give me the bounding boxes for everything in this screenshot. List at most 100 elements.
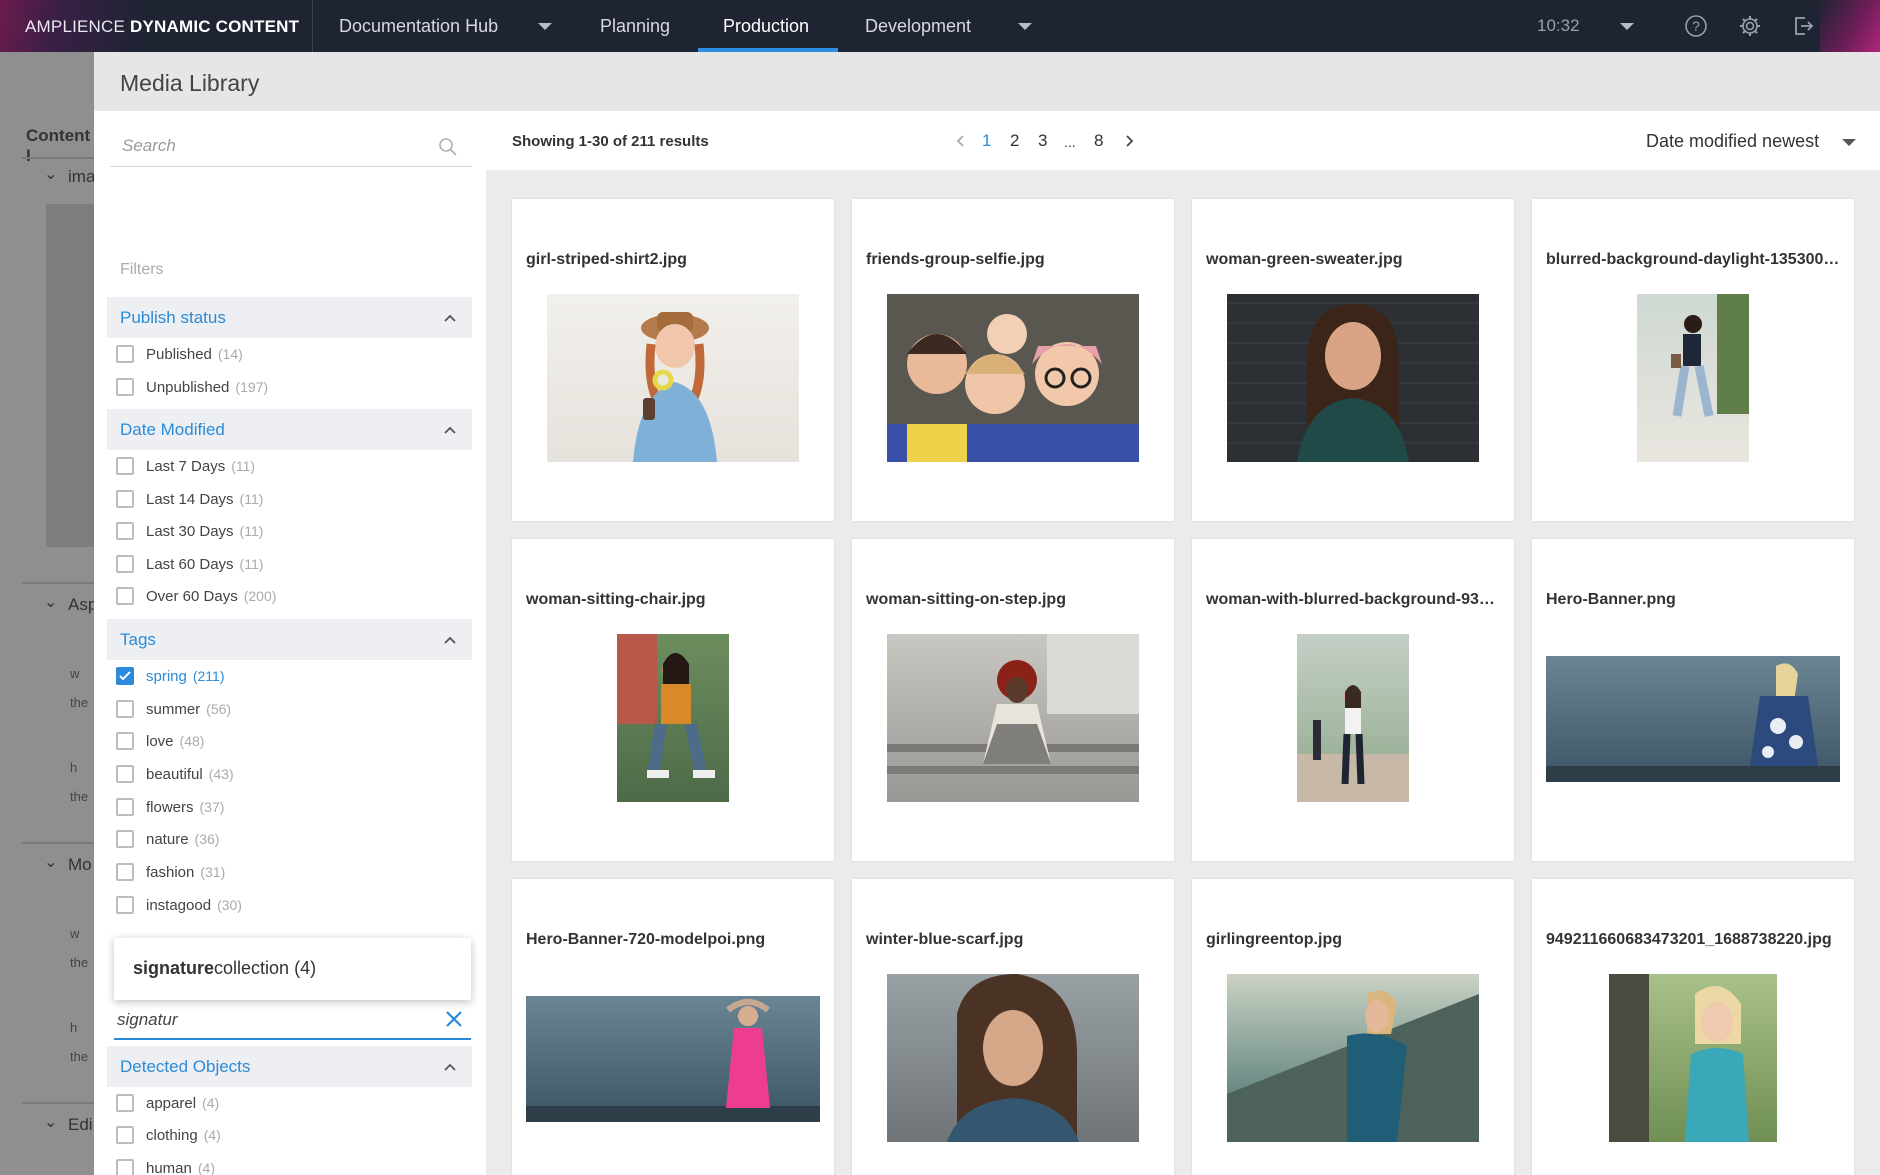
tag-suggestion-item[interactable]: signaturecollection (4) xyxy=(114,938,471,1000)
publish-status-header[interactable]: Publish status xyxy=(107,297,472,338)
media-results-area: Showing 1-30 of 211 results 1 2 3 ... 8 … xyxy=(486,111,1880,1175)
option-count: (56) xyxy=(206,701,232,717)
asset-card[interactable]: woman-with-blurred-background-9385.jpg xyxy=(1192,539,1514,861)
page-8[interactable]: 8 xyxy=(1094,131,1103,151)
asset-card[interactable]: woman-sitting-chair.jpg xyxy=(512,539,834,861)
checkbox[interactable] xyxy=(116,863,134,881)
nav-development[interactable]: Development xyxy=(865,0,971,52)
checkbox[interactable] xyxy=(116,830,134,848)
section-title: Tags xyxy=(120,630,156,649)
chevron-up-icon[interactable] xyxy=(443,311,457,325)
page-3[interactable]: 3 xyxy=(1038,131,1047,151)
chevron-right-icon[interactable] xyxy=(1122,134,1136,148)
asset-card[interactable]: Hero-Banner.png xyxy=(1532,539,1854,861)
asset-card[interactable]: girl-striped-shirt2.jpg xyxy=(512,199,834,521)
option-label: summer xyxy=(146,701,201,718)
checkbox[interactable] xyxy=(116,798,134,816)
background-w-label: w xyxy=(70,926,80,941)
background-section-label: Mo xyxy=(68,855,92,874)
option-label: Last 14 Days xyxy=(146,491,234,508)
date-modified-header[interactable]: Date Modified xyxy=(107,409,472,450)
asset-card[interactable]: girlingreentop.jpg xyxy=(1192,879,1514,1175)
close-icon[interactable] xyxy=(445,1010,463,1028)
chevron-up-icon[interactable] xyxy=(443,423,457,437)
asset-name: girlingreentop.jpg xyxy=(1206,931,1342,948)
option-count: (48) xyxy=(179,733,205,749)
chevron-up-icon[interactable] xyxy=(443,633,457,647)
nav-documentation-hub[interactable]: Documentation Hub xyxy=(339,0,498,52)
asset-card[interactable]: friends-group-selfie.jpg xyxy=(852,199,1174,521)
gear-icon[interactable] xyxy=(1738,14,1762,38)
chevron-left-icon[interactable] xyxy=(954,134,968,148)
page-1[interactable]: 1 xyxy=(982,131,991,151)
suggestion-rest: collection (4) xyxy=(214,958,317,978)
asset-thumbnail xyxy=(887,294,1139,462)
checkbox[interactable] xyxy=(116,587,134,605)
search-input[interactable] xyxy=(110,127,430,165)
asset-card[interactable]: blurred-background-daylight-1353005.jpg xyxy=(1532,199,1854,521)
sort-dropdown[interactable]: Date modified newest xyxy=(1646,131,1819,152)
page-2[interactable]: 2 xyxy=(1010,131,1019,151)
asset-name: 949211660683473201_1688738220.jpg xyxy=(1546,931,1832,948)
help-icon[interactable]: ? xyxy=(1684,14,1708,38)
checkbox[interactable] xyxy=(116,700,134,718)
search-icon[interactable] xyxy=(438,137,458,157)
checkbox[interactable] xyxy=(116,378,134,396)
logout-icon[interactable] xyxy=(1791,14,1815,38)
tag-search-input[interactable] xyxy=(117,1008,417,1032)
media-library-dialog: Media Library Filters Publish status Pub… xyxy=(94,52,1880,1175)
option-label: flowers xyxy=(146,799,194,816)
checkbox[interactable] xyxy=(116,457,134,475)
checkbox[interactable] xyxy=(116,1159,134,1175)
checkbox[interactable] xyxy=(116,522,134,540)
checkbox[interactable] xyxy=(116,896,134,914)
background-chevron-icon: ⌄ xyxy=(44,1114,58,1131)
background-the-label: the xyxy=(70,789,89,804)
background-chevron-icon: ⌄ xyxy=(44,854,58,871)
checkbox-checked[interactable] xyxy=(116,667,134,685)
asset-card[interactable]: woman-green-sweater.jpg xyxy=(1192,199,1514,521)
asset-card[interactable]: winter-blue-scarf.jpg xyxy=(852,879,1174,1175)
asset-card[interactable]: Hero-Banner-720-modelpoi.png xyxy=(512,879,834,1175)
checkbox[interactable] xyxy=(116,555,134,573)
checkbox[interactable] xyxy=(116,1094,134,1112)
option-count: (43) xyxy=(208,766,234,782)
development-chevron-down-icon[interactable] xyxy=(1018,23,1032,30)
checkbox[interactable] xyxy=(116,765,134,783)
checkbox[interactable] xyxy=(116,490,134,508)
background-divider xyxy=(22,842,94,844)
tags-header[interactable]: Tags xyxy=(107,619,472,660)
asset-name: blurred-background-daylight-1353005.jpg xyxy=(1546,251,1842,268)
option-count: (211) xyxy=(192,668,225,684)
asset-card[interactable]: 949211660683473201_1688738220.jpg xyxy=(1532,879,1854,1175)
checkbox[interactable] xyxy=(116,1126,134,1144)
hub-chevron-down-icon[interactable] xyxy=(538,23,552,30)
asset-thumbnail xyxy=(887,634,1139,802)
sort-chevron-down-icon[interactable] xyxy=(1842,139,1856,146)
search-box xyxy=(110,127,472,167)
app-logo[interactable]: AMPLIENCE DYNAMIC CONTENT xyxy=(25,17,299,37)
option-label: spring xyxy=(146,668,187,685)
background-divider xyxy=(22,582,94,584)
clock-chevron-down-icon[interactable] xyxy=(1620,23,1634,30)
section-title: Date Modified xyxy=(120,420,225,439)
asset-thumbnail xyxy=(1297,634,1409,802)
option-label: apparel xyxy=(146,1095,197,1112)
background-the-label: the xyxy=(70,695,89,710)
section-title: Publish status xyxy=(120,308,226,327)
background-page: Content I ⌄ ima ⌄ Asp w the h the ⌄ Mo w… xyxy=(0,52,97,1175)
svg-text:?: ? xyxy=(1692,18,1700,34)
asset-name: woman-with-blurred-background-9385.jpg xyxy=(1206,591,1502,608)
chevron-up-icon[interactable] xyxy=(443,1060,457,1074)
checkbox[interactable] xyxy=(116,732,134,750)
top-nav-bar: AMPLIENCE DYNAMIC CONTENT Documentation … xyxy=(0,0,1880,52)
nav-production[interactable]: Production xyxy=(723,0,809,52)
asset-card[interactable]: woman-sitting-on-step.jpg xyxy=(852,539,1174,861)
detected-objects-header[interactable]: Detected Objects xyxy=(107,1046,472,1087)
checkbox[interactable] xyxy=(116,345,134,363)
asset-name: Hero-Banner.png xyxy=(1546,591,1676,608)
asset-name: friends-group-selfie.jpg xyxy=(866,251,1045,268)
nav-planning[interactable]: Planning xyxy=(600,0,670,52)
option-count: (30) xyxy=(217,897,242,913)
brand-light: AMPLIENCE xyxy=(25,17,126,36)
